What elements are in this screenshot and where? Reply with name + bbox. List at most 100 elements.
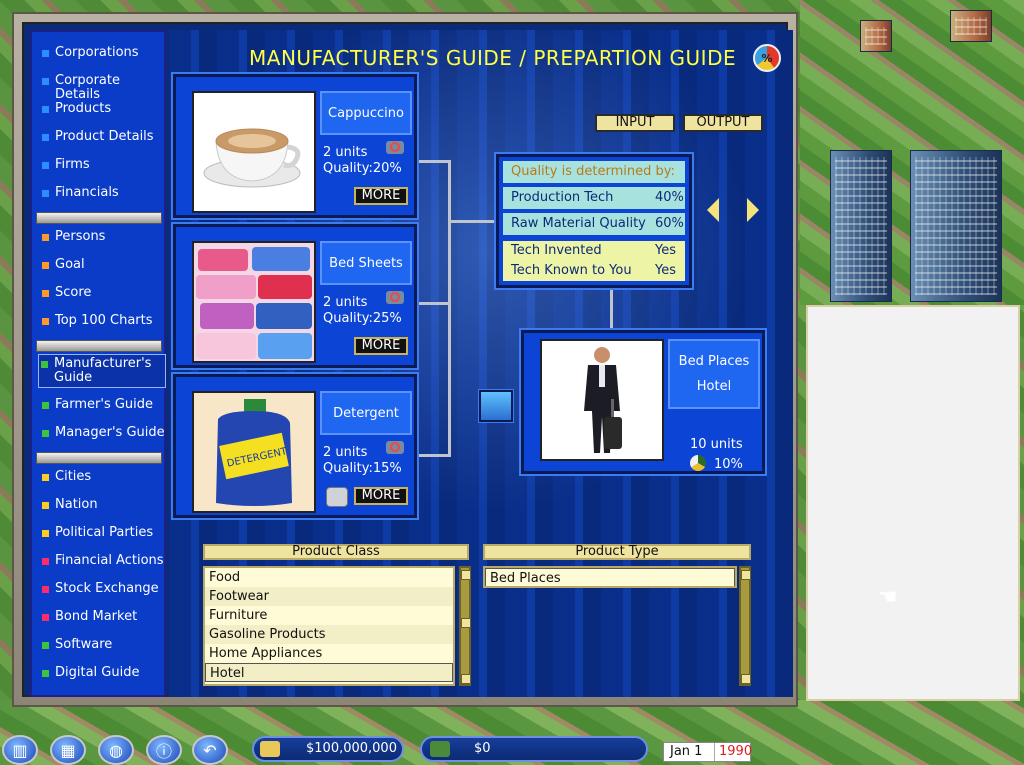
product-name-button[interactable]: Cappuccino [320,91,412,135]
arrow-left-icon[interactable] [707,198,719,222]
detergent-image: DETERGENT [192,391,316,513]
date-display: Jan 1 1990 [663,742,752,762]
list-item[interactable]: Hotel [205,663,453,682]
list-item[interactable]: Footwear [205,587,453,606]
product-class-scrollbar[interactable] [459,566,471,686]
window-body: Corporations Corporate Details Products … [22,22,793,697]
scroll-up-icon[interactable] [741,570,751,580]
scroll-down-icon[interactable] [741,674,751,684]
bullet-icon [42,670,49,677]
sidebar-divider [36,340,162,352]
sidebar-item-political-parties[interactable]: Political Parties [42,526,166,540]
bullet-icon [42,474,49,481]
scroll-down-icon[interactable] [461,674,471,684]
list-item[interactable]: Home Appliances [205,644,453,663]
list-item[interactable]: Food [205,568,453,587]
building [860,20,892,52]
quality-row: Production Tech 40% [503,187,685,209]
product-type-scrollbar[interactable] [739,566,751,686]
sidebar-item-nation[interactable]: Nation [42,498,166,512]
units-label: 2 units [323,295,368,310]
connector-line [419,454,449,457]
sidebar: Corporations Corporate Details Products … [30,30,166,697]
product-name-button[interactable]: Detergent [320,391,412,435]
bullet-icon [42,290,49,297]
bullet-icon [42,78,49,85]
checkbox[interactable] [326,487,348,507]
product-type-header: Product Type [483,544,751,560]
buildings-icon[interactable] [478,389,514,423]
sidebar-item-digital-guide[interactable]: Digital Guide [42,666,166,680]
connector-line [419,160,449,163]
list-item[interactable]: Furniture [205,606,453,625]
camera-icon[interactable] [386,141,404,154]
sidebar-divider [36,212,162,224]
city-view-icon[interactable]: ▥ [2,735,38,765]
quality-row: Tech Known to You Yes [503,261,685,281]
globe-icon[interactable]: ◍ [98,735,134,765]
sidebar-item-corporations[interactable]: Corporations [42,46,166,60]
guide-content: MANUFACTURER'S GUIDE / PREPARTION GUIDE … [169,30,793,697]
bullet-icon [42,318,49,325]
profit-display: $0 [420,736,648,762]
undo-icon[interactable]: ↶ [192,735,228,765]
bullet-icon [42,134,49,141]
building [950,10,992,42]
product-name-button[interactable]: Bed Places Hotel [668,339,760,409]
scroll-up-icon[interactable] [461,570,471,580]
bullet-icon [42,106,49,113]
quality-row: Raw Material Quality 60% [503,213,685,235]
connector-line [448,160,451,457]
quality-label: 10% [714,457,743,472]
more-button[interactable]: MORE [354,337,408,355]
sidebar-item-stock-exchange[interactable]: Stock Exchange [42,582,166,596]
sidebar-item-financial-actions[interactable]: Financial Actions [42,554,166,568]
sidebar-item-firms[interactable]: Firms [42,158,166,172]
output-button[interactable]: OUTPUT [683,114,763,132]
more-button[interactable]: MORE [354,487,408,505]
sidebar-item-products[interactable]: Products [42,102,166,116]
skyscraper [830,150,892,302]
bullet-icon [42,50,49,57]
sidebar-item-farmers-guide[interactable]: Farmer's Guide [42,398,166,412]
bullet-icon [42,162,49,169]
map-icon[interactable]: ▦ [50,735,86,765]
input-button[interactable]: INPUT [595,114,675,132]
list-item[interactable]: Bed Places [485,568,735,586]
sidebar-item-manufacturers-guide[interactable]: Manufacturer's Guide [38,354,166,388]
sidebar-divider [36,452,162,464]
sidebar-item-persons[interactable]: Persons [42,230,166,244]
units-label: 10 units [690,437,743,452]
sidebar-item-software[interactable]: Software [42,638,166,652]
camera-icon[interactable] [386,441,404,454]
bullet-icon [42,190,49,197]
sidebar-item-corporate-details[interactable]: Corporate Details [42,74,166,102]
arrow-right-icon[interactable] [747,198,759,222]
sidebar-item-goal[interactable]: Goal [42,258,166,272]
list-item[interactable]: Gasoline Products [205,625,453,644]
sidebar-item-product-details[interactable]: Product Details [42,130,166,144]
sidebar-item-managers-guide[interactable]: Manager's Guide [42,426,166,440]
bed-sheets-image [192,241,316,363]
profit-icon [430,741,450,757]
scroll-thumb[interactable] [461,618,471,628]
sidebar-item-cities[interactable]: Cities [42,470,166,484]
bullet-icon [42,586,49,593]
sidebar-item-top-100-charts[interactable]: Top 100 Charts [42,314,166,328]
bullet-icon [42,614,49,621]
quality-panel: Quality is determined by: Production Tec… [494,152,694,290]
units-label: 2 units [323,145,368,160]
more-button[interactable]: MORE [354,187,408,205]
cash-display: $100,000,000 [252,736,404,762]
input-card-bed-sheets: Bed Sheets 2 units Quality:25% MORE [171,222,419,370]
input-card-cappuccino: Cappuccino 2 units Quality:20% MORE [171,72,419,220]
bullet-icon [41,361,48,368]
camera-icon[interactable] [386,291,404,304]
sidebar-item-bond-market[interactable]: Bond Market [42,610,166,624]
pie-chart-icon[interactable]: % [753,44,781,72]
info-icon[interactable]: ⓘ [146,735,182,765]
page-title: MANUFACTURER'S GUIDE / PREPARTION GUIDE [249,46,737,70]
product-name-button[interactable]: Bed Sheets [320,241,412,285]
sidebar-item-score[interactable]: Score [42,286,166,300]
sidebar-item-financials[interactable]: Financials [42,186,166,200]
